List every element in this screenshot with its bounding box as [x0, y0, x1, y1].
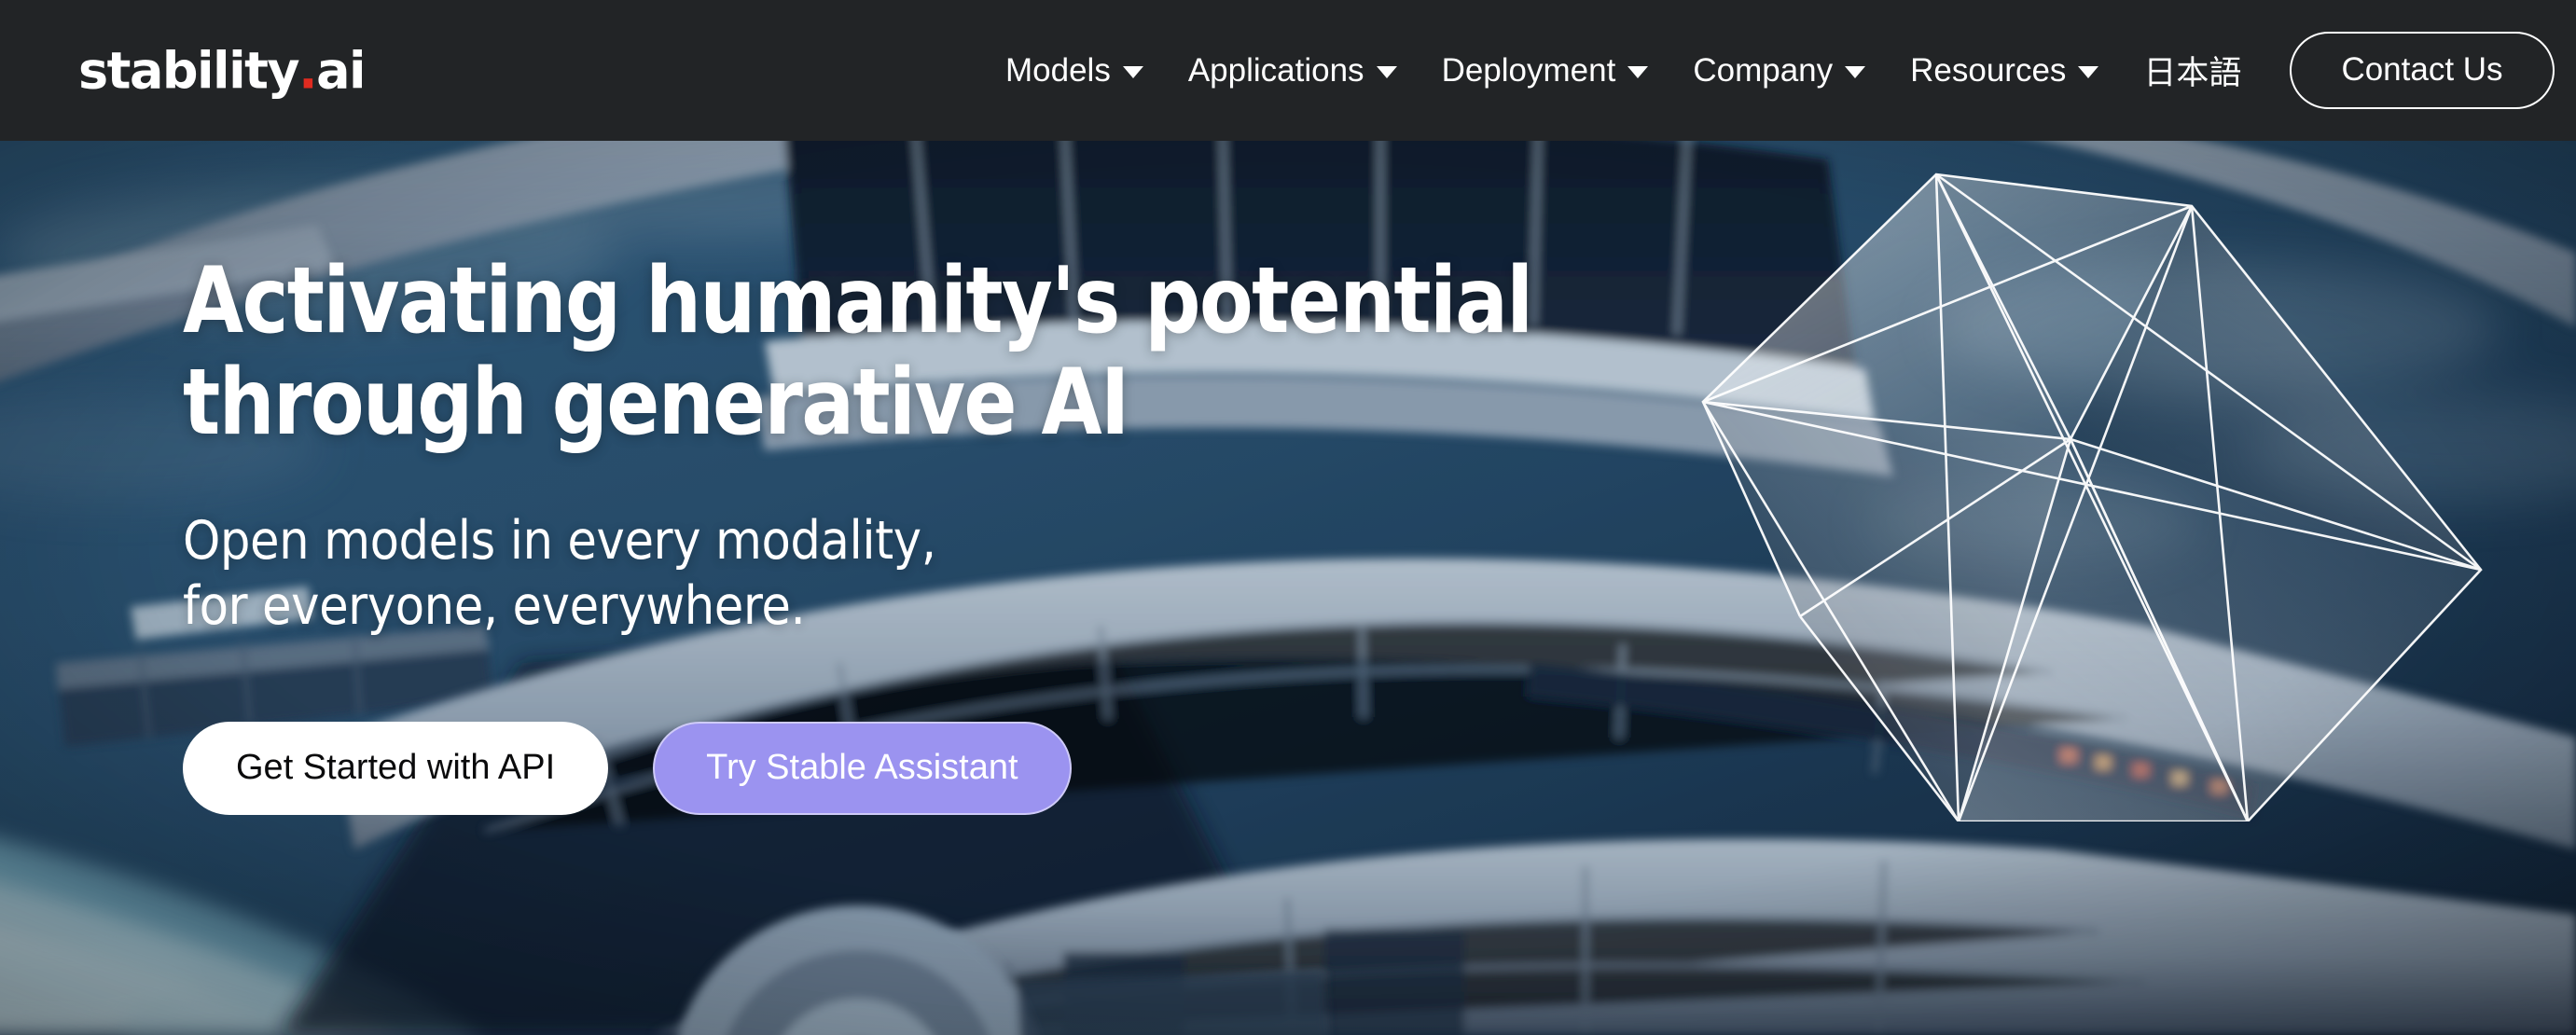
hero-content: Activating humanity's potential through … — [183, 251, 1752, 815]
try-stable-assistant-button[interactable]: Try Stable Assistant — [653, 721, 1072, 815]
nav-item-label: Deployment — [1441, 52, 1616, 89]
nav-item-deployment[interactable]: Deployment — [1442, 54, 1649, 87]
chevron-down-icon — [1627, 66, 1649, 78]
nav-item-label: Models — [1005, 52, 1111, 89]
hero-headline-line1: Activating humanity's potential — [183, 248, 1533, 354]
brand-logo-name: stability — [78, 41, 300, 100]
hero-subheadline-line2: for everyone, everywhere. — [183, 575, 806, 638]
hero-subheadline-line1: Open models in every modality, — [183, 509, 936, 572]
hero-subheadline: Open models in every modality, for every… — [183, 508, 1595, 640]
chevron-down-icon — [1376, 66, 1397, 78]
chevron-down-icon — [1122, 66, 1143, 78]
nav-item-label: Company — [1693, 52, 1834, 89]
language-switcher-japanese[interactable]: 日本語 — [2143, 47, 2241, 94]
hero-cta-row: Get Started with API Try Stable Assistan… — [183, 721, 1752, 815]
brand-logo-dot: . — [298, 41, 318, 100]
nav-item-label: Applications — [1187, 52, 1364, 89]
nav-item-label: Resources — [1910, 52, 2067, 89]
hero-section: Activating humanity's potential through … — [0, 141, 2576, 1035]
nav-item-applications[interactable]: Applications — [1188, 54, 1397, 87]
nav-item-resources[interactable]: Resources — [1910, 52, 2099, 89]
brand-logo-suffix: ai — [316, 41, 366, 100]
main-navigation: Models Applications Deployment Company R… — [1005, 0, 2555, 141]
site-header: stability. ai Models Applications Deploym… — [0, 0, 2576, 141]
brand-logo[interactable]: stability. ai — [78, 41, 367, 100]
chevron-down-icon — [2078, 66, 2099, 78]
nav-item-models[interactable]: Models — [1005, 54, 1143, 87]
contact-us-button[interactable]: Contact Us — [2290, 32, 2555, 109]
get-started-with-api-button[interactable]: Get Started with API — [183, 721, 609, 815]
nav-item-company[interactable]: Company — [1693, 52, 1866, 89]
chevron-down-icon — [1845, 66, 1866, 78]
hero-headline-line2: through generative AI — [183, 349, 1129, 456]
hero-headline: Activating humanity's potential through … — [183, 248, 1533, 456]
